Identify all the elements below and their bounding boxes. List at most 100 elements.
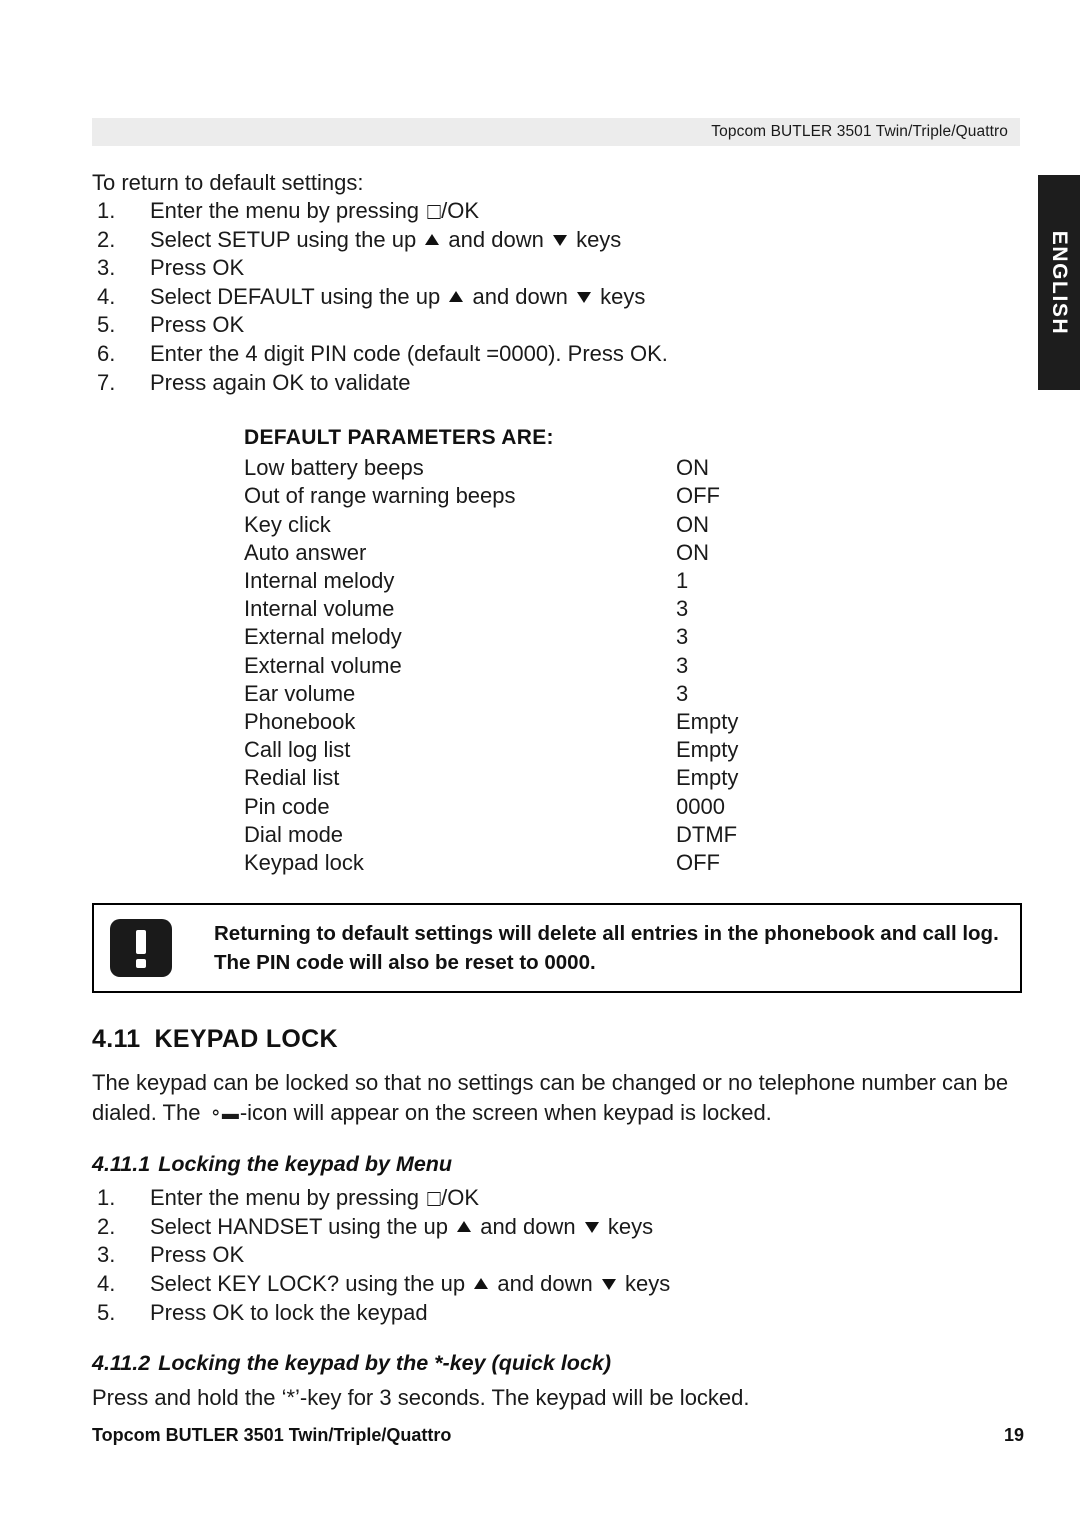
- page-title: 4.11 KEYPAD LOCK: [92, 1025, 1024, 1054]
- section-paragraph: The keypad can be locked so that no sett…: [92, 1068, 1024, 1128]
- exclamation-icon: [110, 919, 172, 978]
- step-number: 3.: [97, 255, 116, 281]
- step-number: 4.: [97, 283, 116, 309]
- step-number: 5.: [97, 1299, 116, 1325]
- step-number: 7.: [97, 369, 116, 395]
- table-row: Low battery beeps ON: [244, 454, 738, 482]
- list-item: 4. Select KEY LOCK? using the up and down…: [92, 1270, 1024, 1299]
- step-text: Press OK: [150, 1242, 245, 1268]
- step-text-tail: keys: [594, 283, 646, 309]
- step-number: 3.: [97, 1242, 116, 1268]
- step-number: 5.: [97, 312, 116, 338]
- step-text: Select SETUP using the up: [150, 226, 423, 252]
- param-key: Low battery beeps: [244, 455, 424, 481]
- step-text-tail: keys: [618, 1270, 671, 1296]
- keypad-lock-menu-steps: 1. Enter the menu by pressing ⎕/OK 2. Sele…: [92, 1184, 1024, 1327]
- param-key: Keypad lock: [244, 850, 364, 875]
- step-text: Enter the menu by pressing: [150, 1185, 426, 1211]
- param-value: 0000: [676, 793, 725, 819]
- section-paragraph-part2: -icon will appear on the screen when key…: [239, 1100, 772, 1126]
- list-item: 3. Press OK: [92, 254, 1024, 283]
- param-key: Ear volume: [244, 680, 356, 706]
- step-text: Select DEFAULT using the up: [150, 283, 447, 309]
- subsection-title: Locking the keypad by Menu: [158, 1152, 453, 1177]
- param-value: 3: [676, 652, 689, 678]
- param-value: 3: [676, 596, 689, 622]
- param-value: OFF: [676, 850, 720, 875]
- step-text: Select HANDSET using the up: [150, 1213, 455, 1239]
- table-row: Internal melody 1: [244, 567, 738, 595]
- param-value: 3: [676, 680, 689, 706]
- step-number: 2.: [97, 226, 116, 252]
- table-row: Auto answer ON: [244, 539, 738, 567]
- param-key: Internal melody: [244, 567, 395, 593]
- param-value: ON: [676, 539, 709, 565]
- table-row: Ear volume 3: [244, 680, 738, 708]
- subsection-title: Locking the keypad by the: [158, 1351, 435, 1376]
- default-reset-steps: 1. Enter the menu by pressing ⎕/OK 2. Sele…: [92, 197, 1024, 397]
- intro-lead: To return to default settings:: [92, 170, 364, 195]
- param-key: Key click: [244, 511, 331, 537]
- default-parameters-title: DEFAULT PARAMETERS ARE:: [244, 426, 554, 450]
- list-item: 3. Press OK: [92, 1241, 1024, 1270]
- step-text-tail: keys: [601, 1213, 654, 1239]
- step-text: Enter the menu by pressing: [150, 198, 426, 223]
- param-key: Pin code: [244, 793, 330, 819]
- step-text-mid: and down: [491, 1270, 599, 1296]
- list-item: 1. Enter the menu by pressing ⎕/OK: [92, 1184, 1024, 1213]
- default-parameters-table: Low battery beeps ON Out of range warning…: [244, 454, 738, 877]
- list-item: 1. Enter the menu by pressing ⎕/OK: [92, 197, 1024, 226]
- param-value: Empty: [676, 737, 739, 763]
- table-row: Pin code 0000: [244, 793, 738, 821]
- subsection-heading-4-11-2: 4.11.2 Locking the keypad by the *-key (q…: [92, 1351, 1024, 1376]
- table-row: Call log list Empty: [244, 736, 738, 764]
- param-value: DTMF: [676, 821, 738, 847]
- up-arrow-icon: [457, 1220, 472, 1232]
- down-arrow-icon: [552, 234, 567, 246]
- step-text: Press OK: [150, 255, 245, 281]
- list-item: 5. Press OK: [92, 311, 1024, 340]
- step-number: 1.: [97, 1185, 116, 1211]
- language-tab-english: ENGLISH: [1038, 175, 1080, 390]
- list-item: 2. Select HANDSET using the up and down k…: [92, 1213, 1024, 1242]
- param-key: External melody: [244, 624, 402, 650]
- step-text-tail: /OK: [441, 1185, 480, 1211]
- running-head: Topcom BUTLER 3501 Twin/Triple/Quattro: [711, 123, 1008, 140]
- up-arrow-icon: [425, 233, 440, 245]
- table-row: Redial list Empty: [244, 764, 738, 792]
- param-value: 3: [676, 624, 689, 650]
- table-row: Key click ON: [244, 511, 738, 539]
- page-header-bar: Topcom BUTLER 3501 Twin/Triple/Quattro: [92, 118, 1020, 146]
- step-text-mid: and down: [442, 226, 550, 252]
- subsection-title-star: *-key: [434, 1351, 486, 1376]
- param-value: 1: [676, 567, 689, 593]
- list-item: 6. Enter the 4 digit PIN code (default =0…: [92, 340, 1024, 369]
- step-text-mid: and down: [474, 1213, 582, 1239]
- step-text-mid: and down: [466, 283, 574, 309]
- step-text: Press again OK to validate: [150, 369, 411, 395]
- down-arrow-icon: [577, 291, 591, 303]
- table-row: Phonebook Empty: [244, 708, 738, 736]
- down-arrow-icon: [584, 1221, 599, 1233]
- table-row: External melody 3: [244, 623, 738, 651]
- subsection-number: 4.11.1: [92, 1152, 151, 1177]
- step-text: Press OK to lock the keypad: [150, 1299, 428, 1325]
- section-title: KEYPAD LOCK: [154, 1025, 338, 1054]
- param-value: Empty: [676, 708, 739, 734]
- param-value: OFF: [676, 483, 720, 509]
- step-text-tail: /OK: [441, 198, 480, 223]
- table-row: Keypad lock OFF: [244, 849, 738, 877]
- subsection-heading-4-11-1: 4.11.1 Locking the keypad by Menu: [92, 1152, 1024, 1177]
- table-row: Out of range warning beeps OFF: [244, 482, 738, 510]
- param-value: ON: [676, 511, 709, 537]
- subsection-title-tail: (quick lock): [485, 1351, 612, 1376]
- table-row: Dial mode DTMF: [244, 821, 738, 849]
- list-item: 2. Select SETUP using the up and down key…: [92, 226, 1024, 255]
- param-key: Dial mode: [244, 821, 344, 847]
- step-text: Select KEY LOCK? using the up: [150, 1270, 472, 1296]
- page-number: 19: [1003, 1425, 1024, 1445]
- step-text-tail: keys: [569, 226, 622, 252]
- warning-text: Returning to default settings will delet…: [214, 922, 999, 975]
- step-text: Press OK: [150, 312, 245, 338]
- step-number: 6.: [97, 340, 116, 366]
